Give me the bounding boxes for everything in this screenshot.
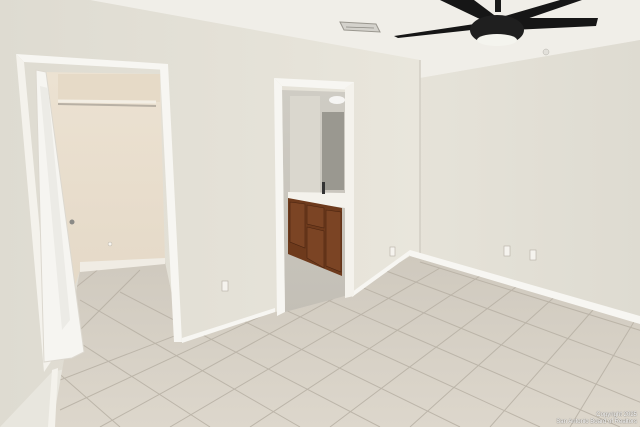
outlet (503, 245, 511, 257)
faucet (322, 182, 325, 194)
bathroom-mirror (322, 112, 344, 190)
room-photo: Copyright 2025 San Antonio Board of Real… (0, 0, 640, 427)
closet-door-knob (69, 219, 75, 225)
copyright-watermark: Copyright 2025 San Antonio Board of Real… (556, 412, 637, 425)
outlet (221, 280, 229, 292)
outlet (389, 246, 396, 257)
fan-light (477, 34, 517, 46)
watermark-line-2: San Antonio Board of Realtors (556, 418, 637, 425)
room-illustration (0, 0, 640, 427)
outlet (529, 249, 537, 261)
